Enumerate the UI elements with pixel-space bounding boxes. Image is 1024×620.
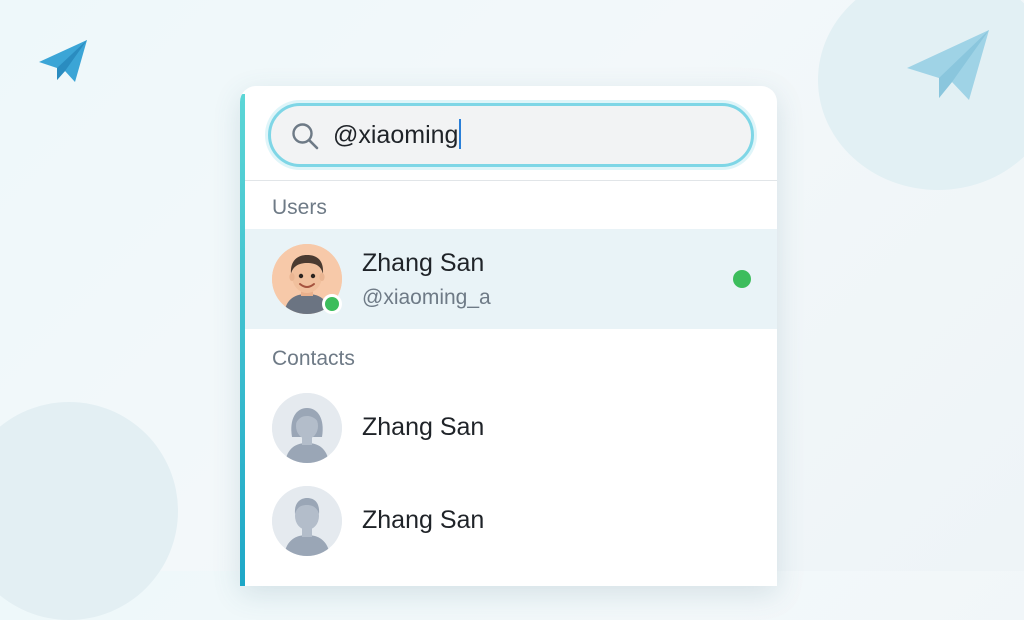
- female-silhouette-avatar: [272, 393, 342, 463]
- search-input[interactable]: @xiaoming: [333, 119, 462, 151]
- search-bar[interactable]: @xiaoming: [268, 103, 754, 167]
- user-result-row[interactable]: Zhang San @xiaoming_a: [245, 229, 777, 329]
- telegram-plane-icon: [907, 30, 989, 100]
- female-silhouette-icon: [272, 393, 342, 463]
- contact-row[interactable]: Zhang San: [245, 379, 777, 479]
- male-silhouette-avatar: [272, 486, 342, 556]
- telegram-plane-icon: [39, 40, 87, 82]
- search-input-text[interactable]: @xiaoming: [333, 121, 458, 149]
- avatar-online-indicator: [322, 294, 342, 314]
- male-silhouette-icon: [272, 486, 342, 556]
- contact-row[interactable]: Zhang San: [245, 472, 777, 572]
- online-status-dot: [733, 270, 751, 288]
- section-label-contacts: Contacts: [272, 347, 355, 370]
- user-handle: @xiaoming_a: [362, 286, 491, 309]
- contact-name: Zhang San: [362, 506, 485, 534]
- section-label-users: Users: [272, 196, 327, 219]
- user-name: Zhang San: [362, 249, 485, 277]
- search-icon: [292, 123, 319, 150]
- background-circle: [0, 402, 178, 620]
- text-caret: [459, 119, 462, 149]
- divider: [245, 180, 777, 181]
- search-results-panel: @xiaoming Users Zhang San @xiaoming_a Co…: [240, 86, 777, 586]
- contact-name: Zhang San: [362, 413, 485, 441]
